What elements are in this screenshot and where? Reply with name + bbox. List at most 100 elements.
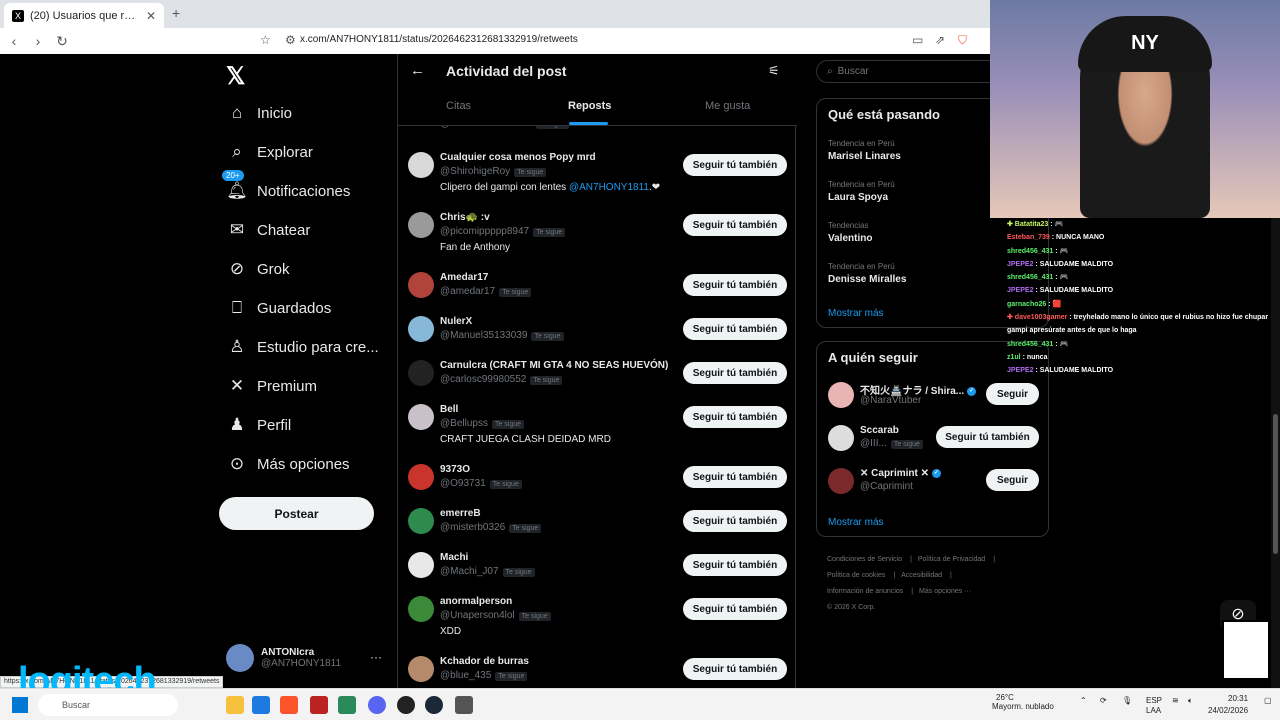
spreadsheet-icon[interactable]	[338, 696, 356, 714]
trend-item[interactable]: Tendencia en Perú Marisel Linares	[828, 139, 901, 162]
post-button[interactable]: Postear	[219, 497, 374, 530]
site-info-icon[interactable]: ⚙	[285, 33, 296, 47]
footer-link[interactable]: Accesibilidad	[901, 572, 942, 579]
nav-inicio[interactable]: ⌂ Inicio	[226, 102, 292, 124]
share-icon[interactable]: ⇗	[935, 33, 945, 47]
brave-shield-icon[interactable]: ⛉	[958, 33, 967, 48]
browser-tab[interactable]: X (20) Usuarios que repostearon e ✕	[4, 3, 164, 28]
user-name[interactable]: Carnulcra (CRAFT MI GTA 4 NO SEAS HUEVÓN…	[440, 360, 668, 371]
tab-reposts[interactable]: Reposts	[568, 100, 611, 112]
volume-icon[interactable]: 🔈︎	[1188, 696, 1193, 706]
calculator-icon[interactable]	[455, 696, 473, 714]
language-indicator[interactable]: ESP LAA	[1146, 696, 1162, 716]
scrollbar-thumb[interactable]	[1273, 414, 1278, 554]
avatar[interactable]	[408, 508, 434, 534]
user-name[interactable]: NulerX	[440, 316, 472, 327]
weather-widget[interactable]: 26°C Mayorm. nublado	[972, 693, 1054, 711]
nav-explorar[interactable]: ⌕ Explorar	[226, 141, 313, 163]
footer-link[interactable]: Más opciones ···	[919, 588, 971, 595]
footer-link[interactable]: Información de anuncios	[827, 588, 903, 595]
user-name[interactable]: emerreB	[440, 508, 481, 519]
taskbar-search[interactable]: Buscar	[38, 694, 178, 716]
avatar[interactable]	[408, 656, 434, 682]
follow-back-button[interactable]: Seguir tú también	[683, 362, 787, 384]
trend-item[interactable]: Tendencias Valentino	[828, 221, 872, 244]
avatar[interactable]	[408, 596, 434, 622]
list-item[interactable]: Bell @Bellupss Te sigue CRAFT JUEGA CLASH D…	[398, 402, 797, 458]
more-dots-icon[interactable]: ···	[370, 650, 382, 664]
search-input[interactable]: ⌕ Buscar	[816, 60, 1006, 83]
footer-link[interactable]: Condiciones de Servicio	[827, 556, 902, 563]
follow-back-button[interactable]: Seguir tú también	[936, 426, 1039, 448]
mention-link[interactable]: @AN7HONY1811	[569, 182, 649, 193]
follow-button[interactable]: Seguir	[986, 469, 1039, 491]
nav-grok[interactable]: ⊘ Grok	[226, 258, 290, 280]
follow-button[interactable]: Seguir	[986, 383, 1039, 405]
tab-citas[interactable]: Citas	[446, 100, 471, 112]
suggestion-item[interactable]: Sccarab @III... Te sigue Seguir tú tambié…	[828, 425, 1043, 455]
avatar[interactable]	[408, 316, 434, 342]
list-item[interactable]: anormalperson @Unaperson4lol Te sigue XDD Se…	[398, 594, 797, 650]
store-icon[interactable]	[252, 696, 270, 714]
suggestion-item[interactable]: ✕ Caprimint ✕ ✓ @Caprimint Seguir	[828, 468, 1043, 498]
steam-icon[interactable]	[425, 696, 443, 714]
file-explorer-icon[interactable]	[226, 696, 244, 714]
trend-item[interactable]: Tendencia en Perú Laura Spoya	[828, 180, 895, 203]
nav-perfil[interactable]: ♟ Perfil	[226, 414, 291, 436]
nav-premium[interactable]: ✕ Premium	[226, 375, 317, 397]
avatar[interactable]	[408, 464, 434, 490]
user-name[interactable]: Chris🐢 :v	[440, 212, 490, 223]
show-more-suggestions-link[interactable]: Mostrar más	[828, 517, 884, 528]
nav-chatear[interactable]: ✉ Chatear	[226, 219, 311, 241]
nav-guardados[interactable]: ⎕ Guardados	[226, 297, 331, 319]
user-name[interactable]: Amedar17	[440, 272, 488, 283]
reload-icon[interactable]: ↻	[52, 33, 72, 50]
user-name[interactable]: Bell	[440, 404, 458, 415]
new-tab-button[interactable]: +	[172, 5, 180, 21]
list-item[interactable]: Chris🐢 :v @picomippppp8947 Te sigue Fan de …	[398, 210, 797, 266]
list-item[interactable]: Kchador de burras @blue_435 Te sigue Seguir…	[398, 654, 797, 688]
user-name[interactable]: Machi	[440, 552, 468, 563]
follow-back-button[interactable]: Seguir tú también	[683, 318, 787, 340]
cast-icon[interactable]: ▭	[912, 33, 923, 47]
discord-icon[interactable]	[368, 696, 386, 714]
obs-icon[interactable]	[397, 696, 415, 714]
list-item[interactable]: Cualquier cosa menos Popy mrd @ShirohigeR…	[398, 150, 797, 206]
avatar[interactable]	[408, 212, 434, 238]
follow-back-button[interactable]: Seguir tú también	[683, 598, 787, 620]
follow-back-button[interactable]: Seguir tú también	[683, 214, 787, 236]
nav-estudio[interactable]: ♙ Estudio para cre...	[226, 336, 378, 358]
nav-notificaciones[interactable]: 🔔︎ 20+ Notificaciones	[222, 170, 350, 202]
user-name[interactable]: anormalperson	[440, 596, 512, 607]
close-tab-icon[interactable]: ✕	[146, 9, 156, 23]
suggestion-item[interactable]: 不知火🏯ナラ / Shira... ✓ @NaraVtuber Seguir	[828, 382, 1043, 412]
nav-mas-opciones[interactable]: ⊙ Más opciones	[226, 453, 350, 475]
app-icon[interactable]	[310, 696, 328, 714]
back-icon[interactable]: ‹	[4, 33, 24, 49]
follow-back-button[interactable]: Seguir tú también	[683, 510, 787, 532]
avatar[interactable]	[408, 360, 434, 386]
avatar[interactable]	[408, 272, 434, 298]
mic-icon[interactable]: 🎙︎	[1122, 696, 1132, 705]
brave-icon[interactable]	[280, 696, 298, 714]
forward-icon[interactable]: ›	[28, 33, 48, 49]
follow-back-button[interactable]: Seguir tú también	[683, 154, 787, 176]
notification-center-icon[interactable]: ▢	[1264, 696, 1272, 705]
follow-back-button[interactable]: Seguir tú también	[683, 274, 787, 296]
filter-icon[interactable]: ⚟	[768, 63, 780, 79]
trend-item[interactable]: Tendencia en Perú Denisse Miralles	[828, 262, 906, 285]
x-logo-icon[interactable]: 𝕏	[226, 62, 245, 91]
show-more-trends-link[interactable]: Mostrar más	[828, 308, 884, 319]
avatar[interactable]	[408, 404, 434, 430]
footer-link[interactable]: Política de Privacidad	[918, 556, 985, 563]
windows-start-icon[interactable]	[12, 697, 28, 713]
follow-back-button[interactable]: Seguir tú también	[683, 466, 787, 488]
follow-back-button[interactable]: Seguir tú también	[683, 554, 787, 576]
footer-link[interactable]: Política de cookies	[827, 572, 885, 579]
back-arrow-icon[interactable]: ←	[410, 62, 425, 79]
avatar[interactable]	[408, 152, 434, 178]
wifi-icon[interactable]: ≋	[1172, 696, 1179, 705]
user-name[interactable]: Kchador de burras	[440, 656, 529, 667]
clock[interactable]: 20:31 24/02/2026	[1208, 693, 1248, 717]
sync-icon[interactable]: ⟳	[1100, 696, 1107, 705]
